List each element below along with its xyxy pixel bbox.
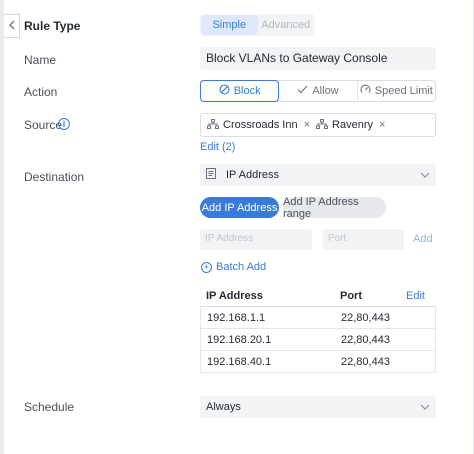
destination-type-value: IP Address (226, 169, 279, 181)
add-ip-range-tab[interactable]: Add IP Address range (283, 196, 386, 220)
action-speed-limit-option[interactable]: Speed Limit (358, 81, 435, 101)
rule-type-simple[interactable]: Simple (201, 15, 258, 35)
action-allow-label: Allow (312, 85, 339, 97)
chevron-down-icon (420, 170, 430, 181)
name-label: Name (24, 53, 57, 67)
ip-cell: 192.168.40.1 (207, 355, 272, 368)
destination-label: Destination (24, 170, 85, 184)
action-toggle: Block Allow Speed Limit (200, 80, 436, 102)
document-icon (206, 168, 216, 182)
destination-type-select[interactable]: IP Address (200, 164, 436, 186)
table-row: 192.168.40.1 22,80,443 (201, 351, 435, 373)
network-icon (207, 118, 219, 132)
ip-cell: 192.168.1.1 (207, 311, 266, 324)
chevron-down-icon (420, 402, 430, 413)
schedule-select[interactable]: Always (200, 396, 436, 418)
action-allow-option[interactable]: Allow (279, 81, 358, 101)
destination-table: IP Address Port Edit 192.168.1.1 22,80,4… (200, 285, 436, 373)
table-edit-link[interactable]: Edit (406, 290, 436, 302)
network-icon (316, 118, 329, 132)
add-ip-address-tab[interactable]: Add IP Address (200, 197, 279, 218)
port-cell: 22,80,443 (341, 355, 390, 368)
action-label: Action (24, 85, 58, 99)
source-edit-link[interactable]: Edit (2) (200, 141, 235, 153)
action-block-option[interactable]: Block (200, 80, 280, 102)
port-cell: 22,80,443 (341, 333, 390, 346)
source-selector[interactable]: Crossroads Inn × Ravenry × (200, 113, 436, 137)
port-input[interactable]: Port (323, 229, 404, 250)
back-button[interactable] (4, 14, 20, 38)
schedule-label: Schedule (24, 400, 75, 414)
source-chip: Crossroads Inn × (207, 118, 310, 132)
table-row: 192.168.20.1 22,80,443 (201, 329, 435, 351)
source-label: Source (24, 118, 63, 132)
add-link[interactable]: Add (413, 233, 433, 245)
info-icon[interactable]: i (58, 118, 70, 130)
name-field[interactable]: Block VLANs to Gateway Console (200, 47, 436, 70)
plus-circle-icon: + (201, 261, 212, 273)
table-header: IP Address Port Edit (200, 285, 436, 307)
table-row: 192.168.1.1 22,80,443 (201, 307, 435, 329)
remove-chip-icon[interactable]: × (304, 119, 310, 131)
ip-cell: 192.168.20.1 (207, 333, 272, 346)
source-chip: Ravenry × (316, 118, 385, 132)
action-speed-limit-label: Speed Limit (374, 85, 433, 97)
ip-address-input[interactable]: IP Address (200, 229, 312, 250)
left-panel-edge (0, 0, 4, 454)
block-icon (219, 84, 230, 98)
rule-type-toggle: Simple Advanced (200, 14, 315, 36)
port-header: Port (340, 289, 362, 302)
action-block-label: Block (233, 85, 261, 97)
speedometer-icon (360, 84, 371, 98)
batch-add-label: Batch Add (216, 261, 267, 273)
remove-chip-icon[interactable]: × (379, 119, 385, 131)
chevron-left-icon (8, 19, 15, 33)
source-chip-label: Crossroads Inn (223, 119, 298, 131)
check-icon (297, 85, 308, 97)
schedule-value: Always (206, 401, 241, 413)
ip-address-header: IP Address (206, 289, 263, 302)
source-chip-label: Ravenry (332, 119, 373, 131)
port-cell: 22,80,443 (341, 311, 390, 324)
batch-add-button[interactable]: + Batch Add (201, 261, 266, 273)
rule-type-advanced[interactable]: Advanced (258, 15, 315, 35)
rule-type-label: Rule Type (24, 19, 81, 33)
